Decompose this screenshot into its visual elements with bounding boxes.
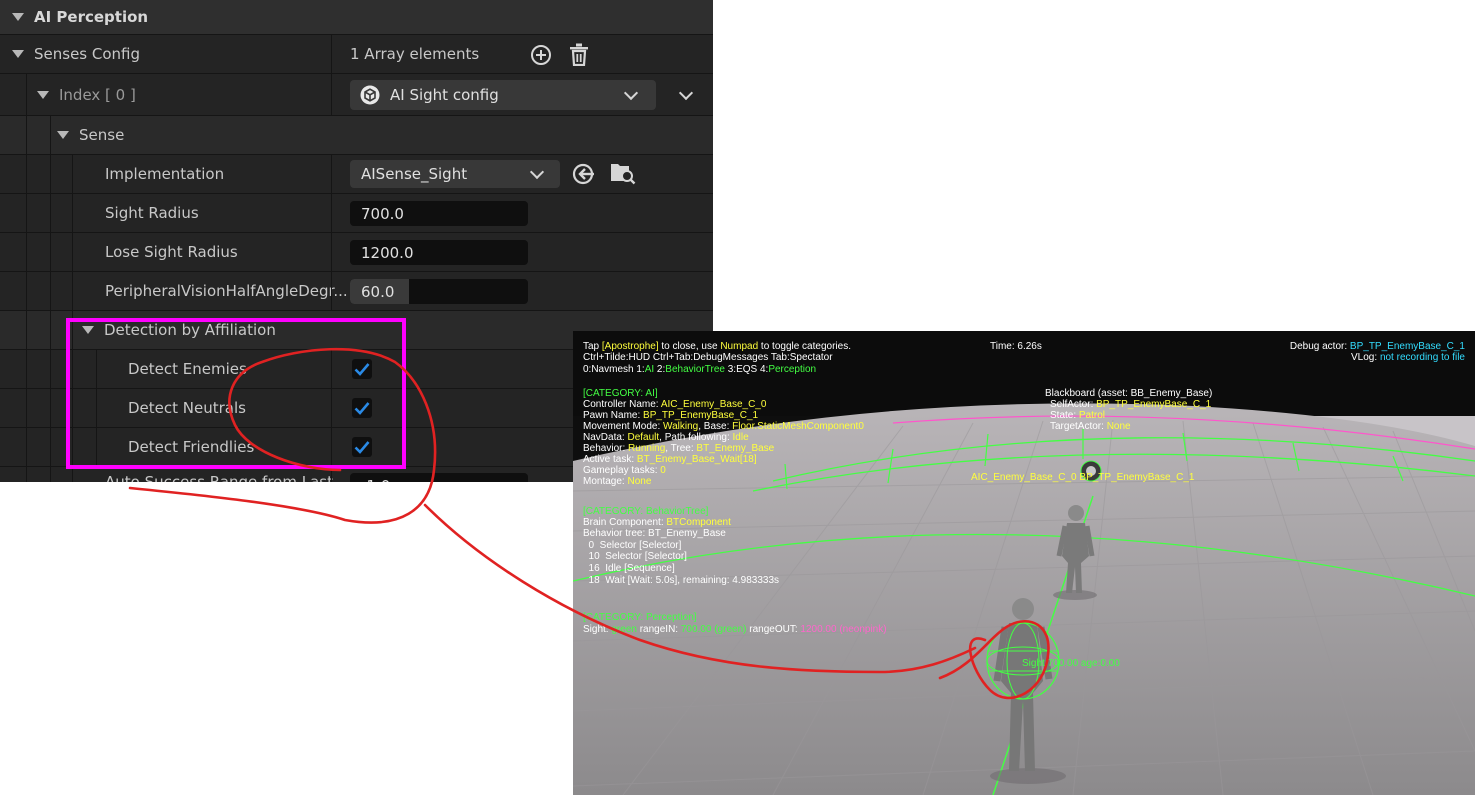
implementation-dropdown[interactable]: AISense_Sight [350,160,560,188]
pawn-name: Pawn Name: BP_TP_EnemyBase_C_1 [583,410,759,421]
property-peripheral-vision: PeripheralVisionHalfAngleDegr... 60.0 [0,272,713,311]
slider-value: 60.0 [361,282,395,301]
property-label: PeripheralVisionHalfAngleDegr... [105,282,348,300]
category-sense[interactable]: Sense [0,116,713,155]
chevron-down-icon [623,85,639,101]
lose-sight-radius-input[interactable]: 1200.0 [350,240,528,265]
add-element-icon[interactable] [530,44,552,66]
behavior-tree-name: Behavior tree: BT_Enemy_Base [583,528,726,539]
debug-shortcuts-line: Ctrl+Tilde:HUD Ctrl+Tab:DebugMessages Ta… [583,352,833,363]
debug-help-line: Tap [Apostrophe] to close, use Numpad to… [583,341,851,352]
behavior-status: Behavior: Running, Tree: BT_Enemy_Base [583,443,775,454]
sense-config-dropdown[interactable]: AI Sight config [350,80,656,110]
debug-actor: Debug actor: BP_TP_EnemyBase_C_1 [1289,341,1465,352]
bt-node: 16 Idle [Sequence] [583,563,675,574]
property-label: Auto Success Range from Last... [105,473,348,482]
property-label: Lose Sight Radius [105,243,238,261]
property-sight-radius: Sight Radius 700.0 [0,194,713,233]
expand-arrow-icon[interactable] [12,50,24,58]
sight-radius-input[interactable]: 700.0 [350,201,528,226]
bt-category-header: [CATEGORY: BehaviorTree] [583,506,709,517]
bt-node: 0 Selector [Selector] [583,540,682,551]
category-title: Sense [79,126,125,144]
bb-state: State: Patrol [1050,410,1106,421]
active-task: Active task: BT_Enemy_Base_Wait[18] [583,454,757,465]
property-label: Senses Config [34,45,141,63]
controller-name: Controller Name: AIC_Enemy_Base_C_0 [583,399,767,410]
auto-success-range-input[interactable]: -1.0 [350,473,528,482]
debug-time: Time: 6.26s [990,341,1042,352]
actor-name-tag: AIC_Enemy_Base_C_0 BP_TP_EnemyBase_C_1 [971,472,1195,483]
chevron-down-icon [529,164,545,180]
dropdown-value: AISense_Sight [361,165,468,183]
stimulus-tag: Sight 700.00 age:0.00 [1022,658,1120,669]
trash-icon[interactable] [569,43,589,66]
dropdown-value: AI Sight config [390,86,499,104]
array-count: 1 Array elements [350,45,480,63]
blackboard-header: Blackboard (asset: BB_Enemy_Base) [1045,388,1213,399]
property-index-0: Index [ 0 ] AI Sight config [0,74,713,116]
property-lose-sight-radius: Lose Sight Radius 1200.0 [0,233,713,272]
debug-categories-line: 0:Navmesh 1:AI 2:BehaviorTree 3:EQS 4:Pe… [583,364,817,375]
montage: Montage: None [583,476,652,487]
property-implementation: Implementation AISense_Sight [0,155,713,194]
sight-info: Sight: green rangeIN: 700.00 (green) ran… [583,624,887,635]
property-label: Index [ 0 ] [59,85,136,104]
class-cube-icon [360,85,380,105]
brain-component: Brain Component: BTComponent [583,517,731,528]
property-label: Implementation [105,165,225,183]
browse-folder-icon[interactable] [610,161,636,185]
property-senses-config: Senses Config 1 Array elements [0,35,713,74]
expand-arrow-icon[interactable] [57,131,69,139]
game-viewport[interactable]: Tap [Apostrophe] to close, use Numpad to… [573,331,1475,795]
property-label: Sight Radius [105,204,199,222]
expand-chevron-icon[interactable] [678,85,694,101]
expand-arrow-icon[interactable] [12,13,24,21]
category-title: AI Perception [34,8,149,26]
bt-node: 10 Selector [Selector] [583,551,687,562]
gameplay-tasks: Gameplay tasks: 0 [583,465,666,476]
category-ai-perception[interactable]: AI Perception [0,0,713,35]
expand-arrow-icon[interactable] [37,90,49,99]
perception-category-header: [CATEGORY: Perception] [583,612,697,623]
navdata: NavData: Default, Path following: Idle [583,432,749,443]
use-selected-icon[interactable] [572,163,596,185]
bb-target-actor: TargetActor: None [1050,421,1131,432]
movement-mode: Movement Mode: Walking, Base: Floor.Stat… [583,421,864,432]
ai-category-header: [CATEGORY: AI] [583,388,658,399]
bb-self-actor: SelfActor: BP_TP_EnemyBase_C_1 [1050,399,1212,410]
peripheral-angle-slider[interactable]: 60.0 [350,279,528,304]
bt-node: 18 Wait [Wait: 5.0s], remaining: 4.98333… [583,575,780,586]
highlight-box [66,318,406,469]
vlog-status: VLog: not recording to file [1351,352,1465,363]
